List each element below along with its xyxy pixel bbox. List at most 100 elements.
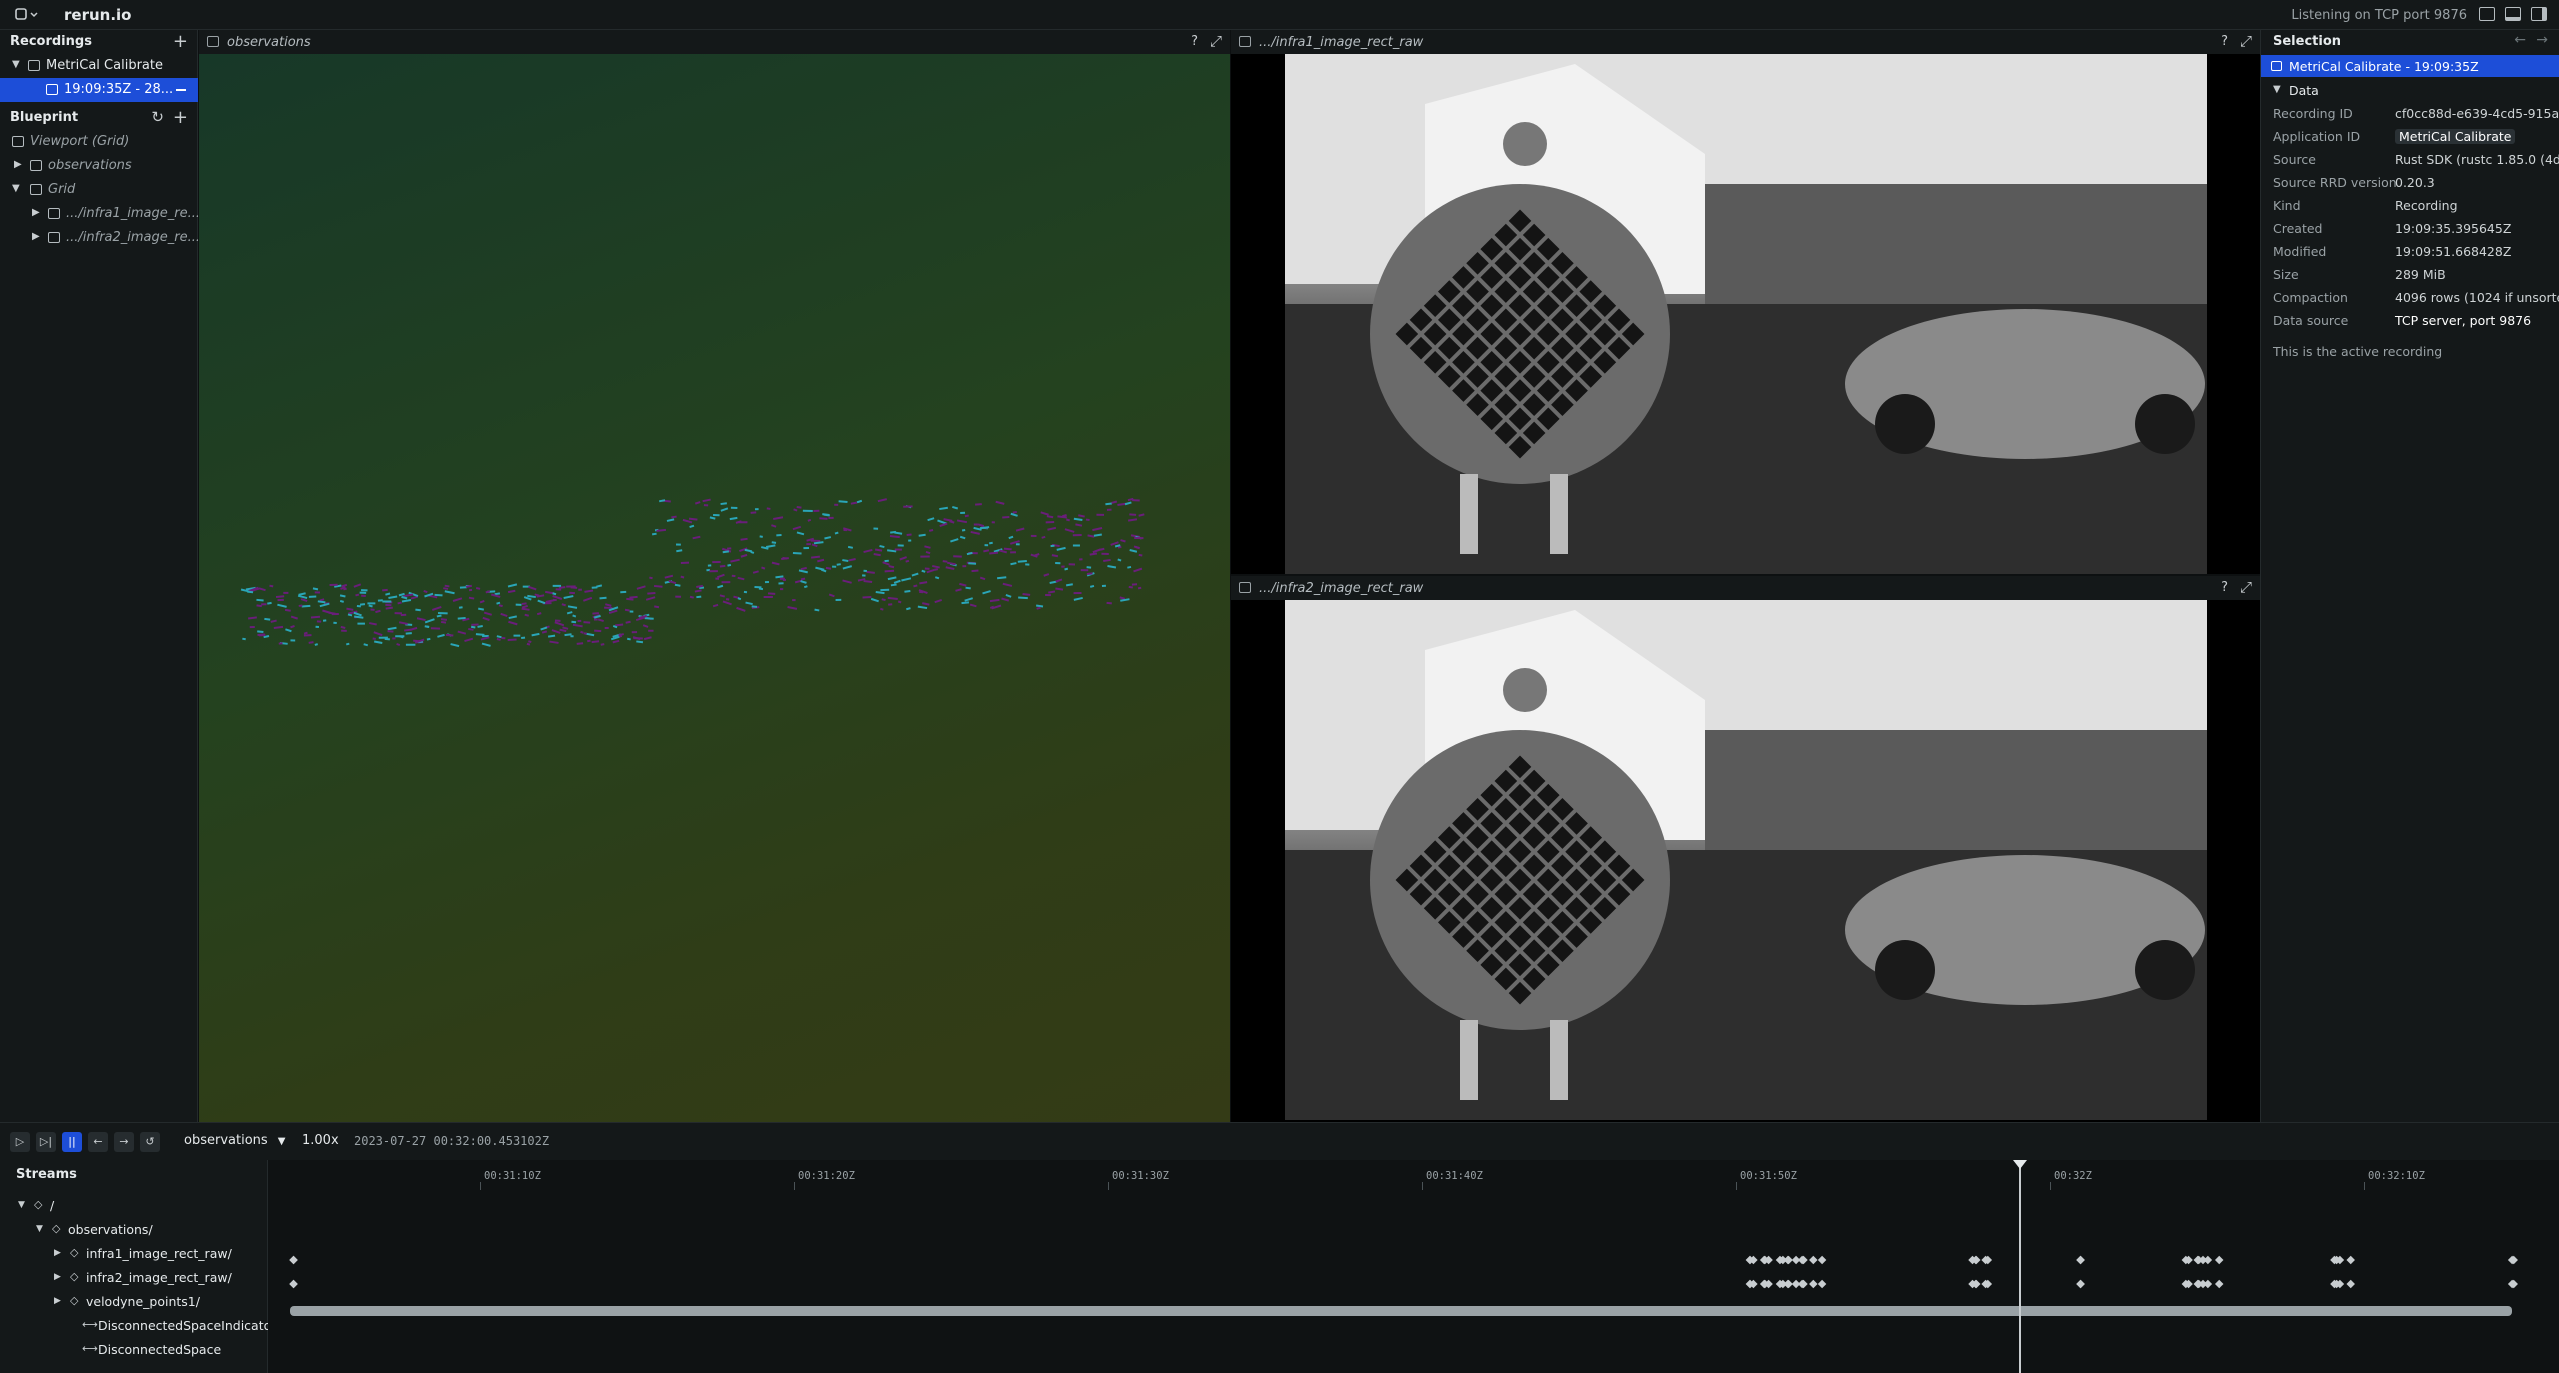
lidar-point [792, 525, 802, 531]
lidar-point [1078, 514, 1085, 518]
lidar-point [1064, 528, 1075, 533]
follow-icon[interactable]: ▷| [36, 1132, 56, 1152]
pause-icon[interactable]: || [62, 1132, 82, 1152]
add-recording-button[interactable]: + [173, 31, 188, 52]
loop-icon[interactable]: ↺ [140, 1132, 160, 1152]
reset-blueprint-icon[interactable]: ↻ [151, 108, 164, 126]
step-back-icon[interactable]: ← [88, 1132, 108, 1152]
property-value[interactable]: TCP server, port 9876 [2395, 313, 2531, 328]
expand-arrow-icon[interactable]: ▶ [54, 1248, 61, 1258]
collapse-arrow-icon[interactable]: ▼ [36, 1224, 43, 1234]
toggle-bottom-panel-icon[interactable] [2505, 7, 2521, 21]
lidar-point [396, 642, 401, 646]
lidar-point [485, 590, 491, 594]
property-value[interactable]: MetriCal Calibrate [2395, 129, 2516, 144]
stream-item[interactable]: ⟷ DisconnectedSpace [0, 1338, 268, 1362]
lidar-point [934, 576, 940, 580]
lidar-point [576, 642, 584, 645]
timeline-selector[interactable]: observations ▼ [184, 1133, 286, 1148]
lidar-point [388, 595, 398, 600]
lidar-point [1064, 567, 1069, 571]
back-arrow-icon[interactable]: ← [2514, 32, 2526, 48]
selected-item[interactable]: MetriCal Calibrate - 19:09:35Z [2261, 55, 2559, 77]
toggle-left-panel-icon[interactable] [2479, 7, 2495, 21]
lidar-point [694, 589, 702, 593]
lidar-point [277, 598, 284, 602]
timeline-area[interactable]: 00:31:10Z 00:31:20Z 00:31:30Z 00:31:40Z 00:3… [268, 1160, 2559, 1373]
lidar-point [578, 588, 582, 591]
lidar-point [933, 568, 939, 571]
lidar-point [737, 597, 742, 601]
lidar-point [764, 581, 770, 584]
3d-viewport[interactable] [199, 54, 1230, 1122]
app-menu-button[interactable] [14, 6, 42, 24]
forward-arrow-icon[interactable]: → [2536, 32, 2548, 48]
stream-item[interactable]: ▼ ◇ observations/ [0, 1218, 268, 1242]
expand-arrow-icon[interactable]: ▶ [32, 231, 40, 242]
lidar-point [290, 639, 296, 642]
lidar-point [1022, 592, 1031, 596]
lidar-point [765, 544, 776, 548]
lidar-point [897, 600, 902, 604]
lidar-point [377, 599, 383, 602]
collapse-arrow-icon[interactable]: ▼ [12, 59, 20, 70]
step-forward-icon[interactable]: → [114, 1132, 134, 1152]
lidar-point [424, 618, 435, 624]
entity-icon: ◇ [70, 1294, 79, 1307]
expand-arrow-icon[interactable]: ▶ [32, 207, 40, 218]
maximize-icon[interactable]: ⤢ [2240, 578, 2252, 596]
infra1-image-view[interactable] [1231, 54, 2260, 574]
maximize-icon[interactable]: ⤢ [1210, 32, 1222, 50]
lidar-point [707, 564, 712, 567]
stream-item[interactable]: ▶ ◇ infra2_image_rect_raw/ [0, 1266, 268, 1290]
blueprint-item-viewport[interactable]: Viewport (Grid) [0, 130, 198, 154]
lidar-point [848, 558, 856, 562]
lidar-point [824, 536, 832, 540]
infra2-image-view[interactable] [1231, 600, 2260, 1122]
expand-arrow-icon[interactable]: ▶ [54, 1296, 61, 1306]
expand-arrow-icon[interactable]: ▶ [14, 159, 22, 170]
blueprint-item-grid[interactable]: ▼ Grid [0, 178, 198, 202]
lidar-point [1010, 562, 1017, 566]
blueprint-item-infra2[interactable]: ▶ .../infra2_image_re... [0, 226, 198, 250]
3d-view-icon [207, 36, 219, 47]
stream-item[interactable]: ▼ ◇ / [0, 1194, 268, 1218]
lidar-point [629, 595, 638, 599]
data-section-header[interactable]: ▼ Data [2261, 80, 2559, 102]
blueprint-item-infra1[interactable]: ▶ .../infra1_image_re... [0, 202, 198, 226]
play-icon[interactable]: ▷ [10, 1132, 30, 1152]
add-view-button[interactable]: + [173, 107, 188, 128]
lidar-point [834, 503, 839, 506]
current-time[interactable]: 2023-07-27 00:32:00.453102Z [354, 1134, 549, 1148]
lidar-point [612, 639, 620, 644]
help-icon[interactable]: ? [2221, 580, 2228, 595]
playhead[interactable] [2012, 1160, 2027, 1373]
expand-arrow-icon[interactable]: ▶ [54, 1272, 61, 1282]
recording-app-row[interactable]: ▼ MetriCal Calibrate [0, 54, 198, 78]
help-icon[interactable]: ? [2221, 34, 2228, 49]
lidar-point [888, 603, 893, 606]
lidar-point [452, 597, 463, 602]
recording-item[interactable]: 19:09:35Z - 28... [0, 78, 198, 102]
playback-speed[interactable]: 1.00x [302, 1133, 339, 1148]
lidar-point [524, 613, 529, 617]
help-icon[interactable]: ? [1191, 34, 1198, 49]
playhead-handle-icon[interactable] [2012, 1160, 2027, 1169]
lidar-point [416, 617, 426, 622]
stream-item[interactable]: ⟷ DisconnectedSpaceIndicator [0, 1314, 276, 1338]
lidar-point [385, 606, 393, 610]
close-recording-icon[interactable] [176, 89, 186, 91]
collapse-arrow-icon[interactable]: ▼ [2273, 84, 2281, 95]
blueprint-item-observations[interactable]: ▶ observations [0, 154, 198, 178]
collapse-arrow-icon[interactable]: ▼ [18, 1200, 25, 1210]
lidar-point [457, 630, 467, 635]
lidar-point [834, 531, 839, 535]
lidar-point [397, 601, 402, 605]
lidar-point [591, 586, 598, 589]
toggle-right-panel-icon[interactable] [2531, 7, 2547, 21]
stream-item[interactable]: ▶ ◇ infra1_image_rect_raw/ [0, 1242, 268, 1266]
stream-item[interactable]: ▶ ◇ velodyne_points1/ [0, 1290, 268, 1314]
lidar-point [378, 636, 388, 639]
collapse-arrow-icon[interactable]: ▼ [12, 183, 20, 194]
maximize-icon[interactable]: ⤢ [2240, 32, 2252, 50]
